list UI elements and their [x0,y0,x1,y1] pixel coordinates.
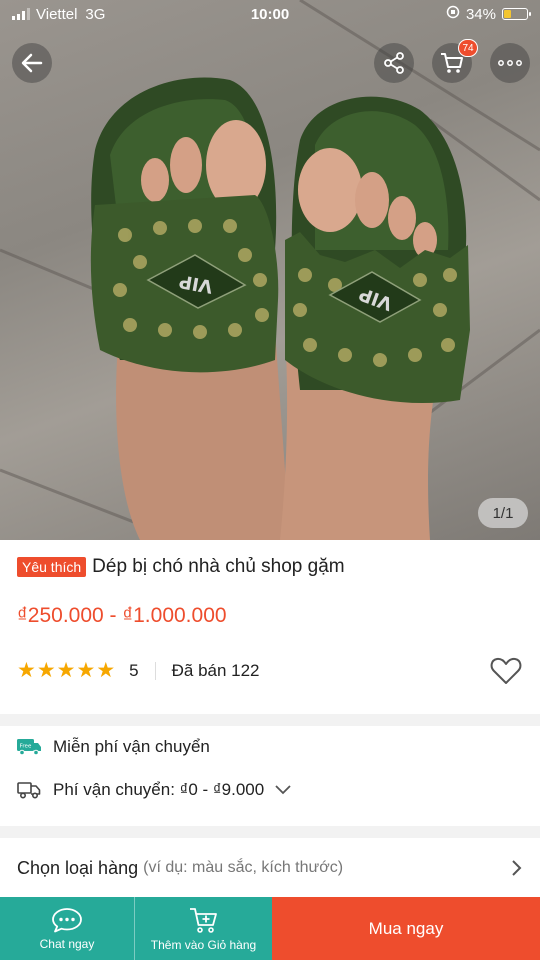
product-price: ₫250.000 - ₫1.000.000 [17,604,227,627]
add-to-cart-icon [189,907,217,933]
divider [154,662,156,680]
share-button[interactable] [374,43,414,83]
variation-label: Chọn loại hàng [17,857,139,878]
add-to-cart-label: Thêm vào Giỏ hàng [150,937,257,952]
free-badge-text: Free [20,744,32,750]
star-icon: ★ [56,659,76,682]
chat-label: Chat ngay [39,936,95,951]
star-icon: ★ [76,659,96,682]
battery-icon [502,8,531,20]
orientation-lock-icon [446,5,460,23]
rating-stars: ★ ★ ★ ★ ★ [17,659,116,682]
favorite-badge: Yêu thích [17,557,87,577]
shipping-fee-row[interactable]: Phí vận chuyển: ₫0 - ₫9.000 [17,780,292,800]
sold-count: Đã bán 122 [171,661,260,680]
product-image[interactable]: VIP VIP Viettel 3G 10:00 34% 74 1/1 [0,0,540,540]
star-icon: ★ [36,659,56,682]
free-shipping-row: Free Miễn phí vận chuyển [17,737,210,757]
chevron-down-icon [275,785,291,795]
chat-button[interactable]: Chat ngay [0,897,135,960]
truck-icon [17,781,43,799]
buy-now-label: Mua ngay [368,918,444,938]
product-title: Dép bị chó nhà chủ shop gặm [92,556,345,577]
image-counter: 1/1 [478,498,528,528]
back-button[interactable] [12,43,52,83]
product-info: Yêu thích Dép bị chó nhà chủ shop gặm ₫2… [0,540,540,714]
chat-icon [52,907,82,932]
carrier-name: Viettel [36,5,78,23]
heart-icon [490,657,522,684]
rating-value: 5 [129,661,139,680]
signal-icon [12,8,30,20]
bottom-action-bar: Chat ngay Thêm vào Giỏ hàng Mua ngay [0,897,540,960]
battery-percent: 34% [465,5,496,23]
free-shipping-icon: Free [17,739,43,755]
variation-hint: (ví dụ: màu sắc, kích thước) [143,859,344,876]
chevron-right-icon [512,860,522,876]
variation-selector[interactable]: Chọn loại hàng (ví dụ: màu sắc, kích thư… [0,838,540,898]
back-arrow-icon [21,53,43,73]
status-bar: Viettel 3G 10:00 34% [0,0,540,28]
shipping-fee-label: Phí vận chuyển: ₫0 - ₫9.000 [53,780,265,799]
shipping-section: Free Miễn phí vận chuyển Phí vận chuyển:… [0,726,540,826]
network-type: 3G [85,5,106,23]
rating-row: ★ ★ ★ ★ ★ 5 Đã bán 122 [17,659,260,683]
cart-button[interactable]: 74 [432,39,478,83]
more-button[interactable] [490,43,530,83]
cart-count-badge: 74 [458,39,478,57]
star-icon: ★ [96,659,116,682]
share-icon [384,52,404,74]
free-shipping-label: Miễn phí vận chuyển [53,737,210,756]
star-icon: ★ [17,659,36,682]
add-to-cart-button[interactable]: Thêm vào Giỏ hàng [135,897,272,960]
buy-now-button[interactable]: Mua ngay [272,897,540,960]
like-button[interactable] [490,656,522,691]
more-icon [498,60,522,66]
